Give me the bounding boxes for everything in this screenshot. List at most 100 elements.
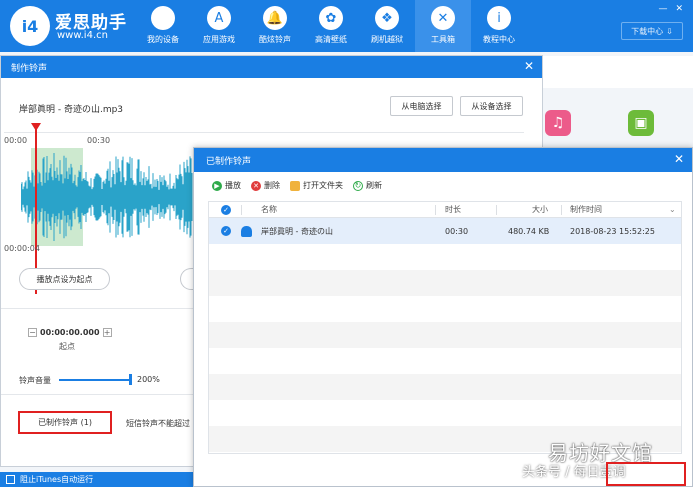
app-url: www.i4.cn [57, 30, 108, 41]
refresh-button[interactable]: ↻ 刷新 [353, 180, 382, 191]
row-size: 480.74 KB [508, 226, 550, 236]
empty-row [209, 400, 681, 426]
made-ringtones-dialog: 已制作铃声 ✕ ▶ 播放 ✕ 删除 打开文件夹 ↻ 刷新 ✓ 名称 时长 大小 [193, 147, 693, 487]
row-checkbox[interactable]: ✓ [221, 218, 231, 244]
row-name: 岸部眞明 - 奇迹の山 [261, 226, 333, 236]
box-icon: ❖ [375, 6, 399, 30]
volume-label: 铃声音量 [19, 376, 51, 385]
select-all-checkbox[interactable]: ✓ [221, 202, 231, 217]
play-label: 播放 [225, 181, 241, 190]
nav-label: 酷炫铃声 [259, 35, 291, 44]
nav-label: 刷机越狱 [371, 35, 403, 44]
minimize-icon[interactable]: — [658, 4, 667, 14]
folder-icon [290, 180, 300, 191]
ringtone-table: ✓ 名称 时长 大小 制作时间 ⌄ ✓ 岸部眞明 - 奇迹の山 00:30 48… [208, 201, 682, 454]
volume-value: 200% [137, 375, 160, 384]
file-name: 岸部眞明 - 奇迹の山.mp3 [19, 105, 124, 115]
bell-icon: 🔔 [263, 6, 287, 30]
column-separator [241, 205, 242, 215]
window-controls: — ✕ [658, 4, 683, 14]
download-center-label: 下载中心 [631, 26, 664, 36]
open-folder-button[interactable]: 打开文件夹 [290, 180, 343, 191]
set-start-button[interactable]: 播放点设为起点 [19, 268, 110, 290]
apple-icon [151, 6, 175, 30]
volume-slider-handle[interactable] [129, 374, 132, 385]
main-nav: 我的设备 A 应用游戏 🔔 酷炫铃声 ✿ 高清壁纸 ❖ 刷机越狱 ✕ 工具箱 i… [135, 0, 527, 52]
waveform[interactable] [21, 148, 193, 246]
close-icon[interactable]: ✕ [675, 4, 683, 14]
nav-label: 应用游戏 [203, 35, 235, 44]
refresh-label: 刷新 [366, 181, 382, 190]
table-row[interactable]: ✓ 岸部眞明 - 奇迹の山 00:30 480.74 KB 2018-08-23… [209, 218, 681, 244]
nav-label: 高清壁纸 [315, 35, 347, 44]
top-bar: i4 爱思助手 www.i4.cn 我的设备 A 应用游戏 🔔 酷炫铃声 ✿ 高… [0, 0, 693, 52]
select-from-pc-button[interactable]: 从电脑选择 [390, 96, 453, 116]
empty-row [209, 348, 681, 374]
column-size[interactable]: 大小 [532, 202, 548, 217]
select-from-device-button[interactable]: 从设备选择 [460, 96, 523, 116]
empty-row [209, 374, 681, 400]
delete-button[interactable]: ✕ 删除 [251, 180, 280, 191]
table-header: ✓ 名称 时长 大小 制作时间 ⌄ [209, 202, 681, 218]
nav-ringtones[interactable]: 🔔 酷炫铃声 [247, 0, 303, 52]
dialog-titlebar: 已制作铃声 ✕ [194, 148, 692, 172]
start-time-value: 00:00:00.000 [40, 328, 100, 337]
row-duration: 00:30 [445, 226, 469, 236]
start-label: 起点 [59, 342, 75, 351]
flower-icon: ✿ [319, 6, 343, 30]
current-time: 00:00:04 [4, 244, 40, 253]
column-name[interactable]: 名称 [261, 202, 277, 217]
toolbar: ▶ 播放 ✕ 删除 打开文件夹 ↻ 刷新 [212, 180, 382, 191]
close-icon[interactable]: ✕ [674, 152, 684, 166]
ringtone-icon [241, 218, 252, 244]
dialog-title: 已制作铃声 [206, 156, 252, 167]
play-icon: ▶ [212, 180, 222, 191]
timeline-ruler [4, 132, 524, 133]
dialog-titlebar: 制作铃声 ✕ [1, 56, 542, 78]
nav-tutorials[interactable]: i 教程中心 [471, 0, 527, 52]
delete-icon: ✕ [251, 180, 261, 191]
play-button[interactable]: ▶ 播放 [212, 180, 241, 191]
nav-my-device[interactable]: 我的设备 [135, 0, 191, 52]
nav-apps-games[interactable]: A 应用游戏 [191, 0, 247, 52]
nav-wallpapers[interactable]: ✿ 高清壁纸 [303, 0, 359, 52]
content-strip [543, 56, 693, 88]
check-icon: ✓ [221, 226, 231, 236]
empty-row [209, 244, 681, 270]
empty-row [209, 322, 681, 348]
download-icon: ⇩ [666, 26, 673, 36]
ringtone-tool-icon[interactable]: ♫ [545, 110, 571, 136]
sms-note: 短信铃声不能超过 [126, 419, 190, 428]
tools-icon: ✕ [431, 6, 455, 30]
empty-row [209, 296, 681, 322]
app-store-icon: A [207, 6, 231, 30]
check-icon: ✓ [221, 204, 231, 215]
chevron-down-icon[interactable]: ⌄ [669, 202, 676, 217]
column-created[interactable]: 制作时间 [570, 202, 602, 217]
delete-label: 删除 [264, 181, 280, 190]
checkbox[interactable] [6, 475, 15, 484]
decrement-icon[interactable]: − [28, 328, 37, 337]
cube-tool-icon[interactable]: ▣ [628, 110, 654, 136]
column-separator [496, 205, 497, 215]
increment-icon[interactable]: + [102, 328, 112, 337]
made-ringtones-button[interactable]: 已制作铃声 (1) [18, 411, 112, 434]
app-logo: i4 [10, 6, 50, 46]
nav-toolbox[interactable]: ✕ 工具箱 [415, 0, 471, 52]
open-folder-label: 打开文件夹 [303, 181, 343, 190]
dialog-title: 制作铃声 [11, 63, 48, 74]
highlight-box [606, 462, 686, 486]
download-center-button[interactable]: 下载中心 ⇩ [621, 22, 683, 40]
nav-label: 教程中心 [483, 35, 515, 44]
nav-label: 我的设备 [147, 35, 179, 44]
empty-row [209, 270, 681, 296]
column-separator [435, 205, 436, 215]
column-duration[interactable]: 时长 [445, 202, 461, 217]
close-icon[interactable]: ✕ [524, 59, 534, 73]
refresh-icon: ↻ [353, 180, 363, 191]
status-text: 阻止iTunes自动运行 [20, 475, 94, 484]
tick-start: 00:00 [4, 136, 28, 145]
volume-slider[interactable] [59, 379, 131, 381]
nav-flash-jailbreak[interactable]: ❖ 刷机越狱 [359, 0, 415, 52]
start-time-stepper[interactable]: − 00:00:00.000 + [28, 328, 112, 337]
